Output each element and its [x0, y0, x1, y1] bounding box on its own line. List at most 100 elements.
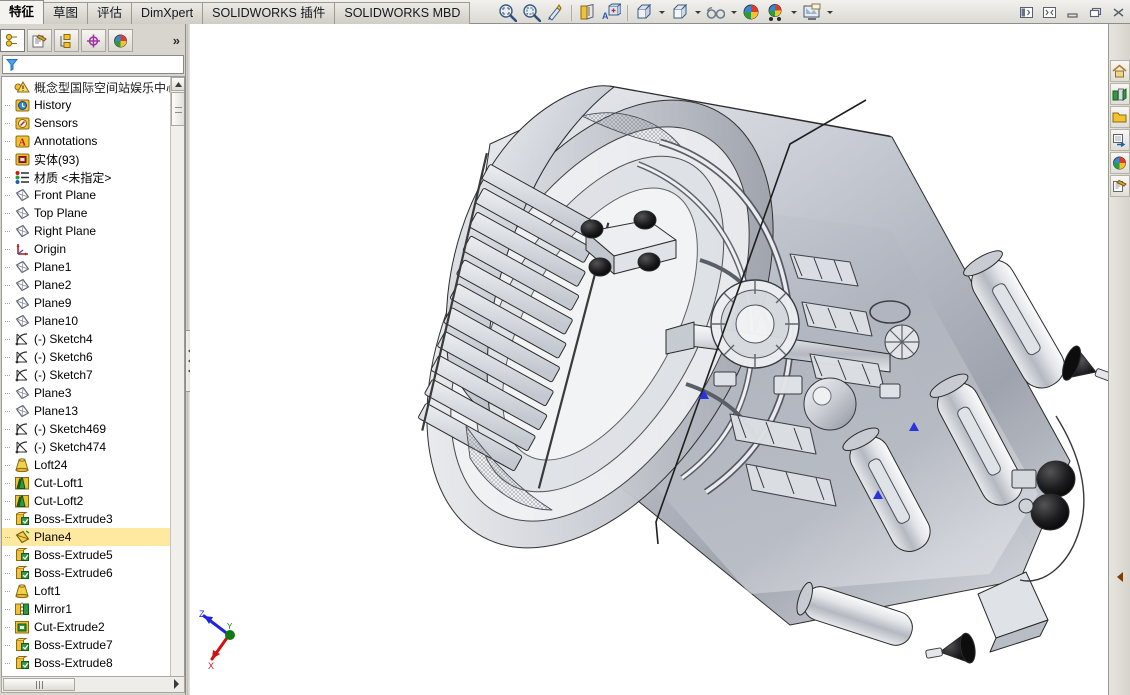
task-pane-expand-arrow[interactable] — [1112, 569, 1128, 585]
feature-tree-item[interactable]: ···Boss-Extrude8 — [2, 654, 172, 672]
command-tab-4[interactable]: DimXpert — [131, 2, 203, 24]
command-tab-3[interactable]: 评估 — [87, 2, 132, 24]
feature-manager-tab-row: » — [0, 28, 186, 53]
tree-connector: ··· — [4, 388, 14, 398]
zoom-to-area-button[interactable] — [520, 2, 543, 24]
display-style-button[interactable] — [632, 2, 655, 24]
plane-icon — [14, 259, 31, 275]
orientation-triad: Z X Y — [196, 607, 266, 677]
configuration-manager-tab[interactable] — [54, 29, 79, 52]
display-manager-tab[interactable] — [108, 29, 133, 52]
feature-tree-filter[interactable] — [2, 55, 184, 74]
feature-tree-item[interactable]: ···Right Plane — [2, 222, 172, 240]
feature-tree-item-label: Plane2 — [31, 278, 71, 292]
chevron-up-icon — [175, 82, 182, 87]
viewport-monitor-icon — [802, 3, 821, 22]
triad-z-label: Z — [199, 609, 205, 619]
feature-tree-item[interactable]: ···(-) Sketch4 — [2, 330, 172, 348]
property-manager-tab[interactable] — [27, 29, 52, 52]
feature-tree-item[interactable]: ···Sensors — [2, 114, 172, 132]
custom-properties-button[interactable] — [1110, 175, 1130, 197]
section-view-button[interactable] — [576, 2, 599, 24]
apply-scene-button[interactable] — [740, 2, 763, 24]
boss-extrude-icon — [14, 655, 31, 671]
history-folder-icon — [14, 97, 31, 113]
feature-tree-item[interactable]: ···材质 <未指定> — [2, 168, 172, 186]
view-orientation-button[interactable]: A — [600, 2, 623, 24]
feature-tree-item[interactable]: ···Top Plane — [2, 204, 172, 222]
feature-tree-item[interactable]: ···Boss-Extrude6 — [2, 564, 172, 582]
design-library-button[interactable] — [1110, 83, 1130, 105]
feature-tree-item[interactable]: ···Boss-Extrude3 — [2, 510, 172, 528]
feature-tree-horizontal-scrollbar[interactable] — [1, 676, 185, 693]
command-tab-1[interactable]: 特征 — [0, 0, 44, 24]
feature-tree-item[interactable]: ···(-) Sketch7 — [2, 366, 172, 384]
view-settings-dropdown-arrow[interactable] — [788, 2, 799, 24]
feature-tree-item[interactable]: ···Plane1 — [2, 258, 172, 276]
restore-panel-left-button[interactable] — [1016, 4, 1036, 22]
feature-tree-item[interactable]: ···Plane9 — [2, 294, 172, 312]
feature-tree-item[interactable]: ···Mirror1 — [2, 600, 172, 618]
file-explorer-button[interactable] — [1110, 106, 1130, 128]
feature-tree-item[interactable]: 概念型国际空间站娱乐中心 — [2, 78, 172, 96]
dimxpert-manager-tab[interactable] — [81, 29, 106, 52]
feature-tree-item[interactable]: ···Loft1 — [2, 582, 172, 600]
minimize-button[interactable] — [1062, 4, 1082, 22]
feature-tree-item[interactable]: ···Plane10 — [2, 312, 172, 330]
feature-tree-item[interactable]: ···AAnnotations — [2, 132, 172, 150]
feature-tree-item[interactable]: ···实体(93) — [2, 150, 172, 168]
close-button[interactable] — [1108, 4, 1128, 22]
feature-tree-item[interactable]: ···(-) Sketch474 — [2, 438, 172, 456]
zoom-to-fit-button[interactable] — [496, 2, 519, 24]
edit-appearance-dropdown-arrow[interactable] — [728, 2, 739, 24]
feature-tree-item[interactable]: ···Boss-Extrude7 — [2, 636, 172, 654]
scroll-thumb[interactable] — [171, 92, 185, 126]
feature-manager-overflow-chevron[interactable]: » — [173, 33, 180, 48]
feature-tree-item[interactable]: ···Origin — [2, 240, 172, 258]
feature-tree-item-label: History — [31, 98, 71, 112]
restore-button[interactable] — [1085, 4, 1105, 22]
tree-connector: ··· — [4, 334, 14, 344]
feature-tree-item[interactable]: ···Plane13 — [2, 402, 172, 420]
feature-tree-item[interactable]: ···Cut-Loft1 — [2, 474, 172, 492]
feature-tree-item-label: Sensors — [31, 116, 78, 130]
view-settings-button[interactable] — [764, 2, 787, 24]
command-tab-5[interactable]: SOLIDWORKS 插件 — [202, 2, 335, 24]
zoom-in-out-button[interactable] — [544, 2, 567, 24]
feature-tree-item[interactable]: ···Plane2 — [2, 276, 172, 294]
feature-tree-item-label: Boss-Extrude5 — [31, 548, 113, 562]
scroll-thumb-horizontal[interactable] — [3, 678, 75, 691]
feature-tree-item[interactable]: ···Cut-Loft2 — [2, 492, 172, 510]
feature-tree-item[interactable]: ···History — [2, 96, 172, 114]
viewport-layout-dropdown-arrow[interactable] — [824, 2, 835, 24]
feature-tree-filter-input[interactable] — [18, 59, 180, 71]
edit-appearance-button[interactable] — [704, 2, 727, 24]
toolbar-separator — [571, 5, 572, 21]
feature-tree-item[interactable]: ··· Plane3 — [2, 384, 172, 402]
design-tree-tab[interactable] — [0, 29, 25, 52]
scroll-right-button[interactable] — [173, 679, 180, 689]
feature-tree-item[interactable]: ···Cut-Extrude2 — [2, 618, 172, 636]
command-tab-6[interactable]: SOLIDWORKS MBD — [334, 2, 470, 24]
viewport-layout-button[interactable] — [800, 2, 823, 24]
feature-tree-item[interactable]: ···Plane4 — [2, 528, 172, 546]
display-style-dropdown-arrow[interactable] — [656, 2, 667, 24]
solidworks-resources-button[interactable] — [1110, 60, 1130, 82]
feature-tree-item-label: Plane3 — [31, 386, 71, 400]
feature-tree-item[interactable]: ···(-) Sketch469 — [2, 420, 172, 438]
feature-tree-item[interactable]: ···Front Plane — [2, 186, 172, 204]
feature-tree-vertical-scrollbar[interactable] — [170, 77, 184, 690]
hide-show-items-dropdown-arrow[interactable] — [692, 2, 703, 24]
feature-tree-item[interactable]: ···Boss-Extrude5 — [2, 546, 172, 564]
feature-tree-item[interactable]: ···(-) Sketch6 — [2, 348, 172, 366]
graphics-viewport[interactable] — [190, 24, 1108, 695]
hide-show-items-button[interactable] — [668, 2, 691, 24]
scroll-up-button[interactable] — [171, 77, 185, 91]
plane-icon — [14, 295, 31, 311]
command-tab-2[interactable]: 草图 — [43, 2, 88, 24]
feature-tree-item[interactable]: ···Loft24 — [2, 456, 172, 474]
plane-icon — [14, 205, 31, 221]
restore-panel-right-button[interactable] — [1039, 4, 1059, 22]
view-palette-button[interactable] — [1110, 129, 1130, 151]
appearances-scenes-button[interactable] — [1110, 152, 1130, 174]
